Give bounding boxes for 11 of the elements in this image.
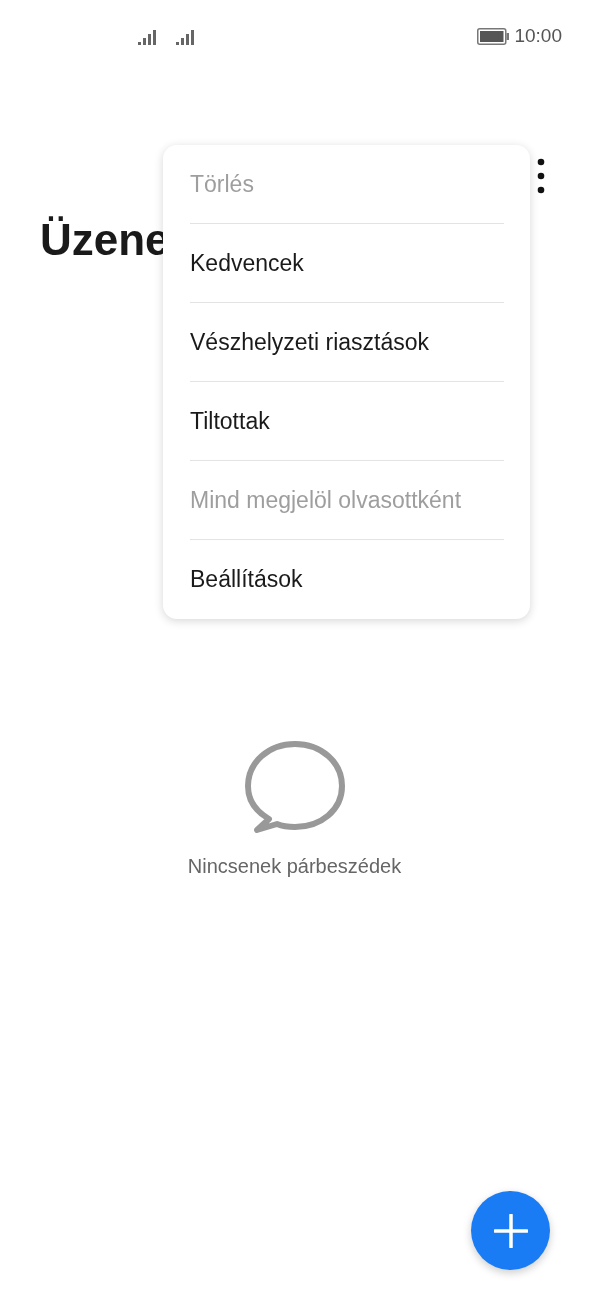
menu-item[interactable]: Beállítások — [190, 540, 504, 619]
page-title: Üzene — [40, 214, 170, 266]
menu-item[interactable]: Vészhelyzeti riasztások — [190, 303, 504, 382]
clock-time: 10:00 — [514, 23, 562, 48]
new-message-button[interactable] — [471, 1191, 550, 1270]
battery-icon — [477, 27, 511, 45]
plus-icon — [493, 1213, 528, 1248]
empty-message: Nincsenek párbeszédek — [187, 853, 402, 879]
menu-item[interactable]: Kedvencek — [190, 224, 504, 303]
chat-bubble-icon — [244, 740, 345, 833]
menu-item[interactable]: Tiltottak — [190, 382, 504, 461]
